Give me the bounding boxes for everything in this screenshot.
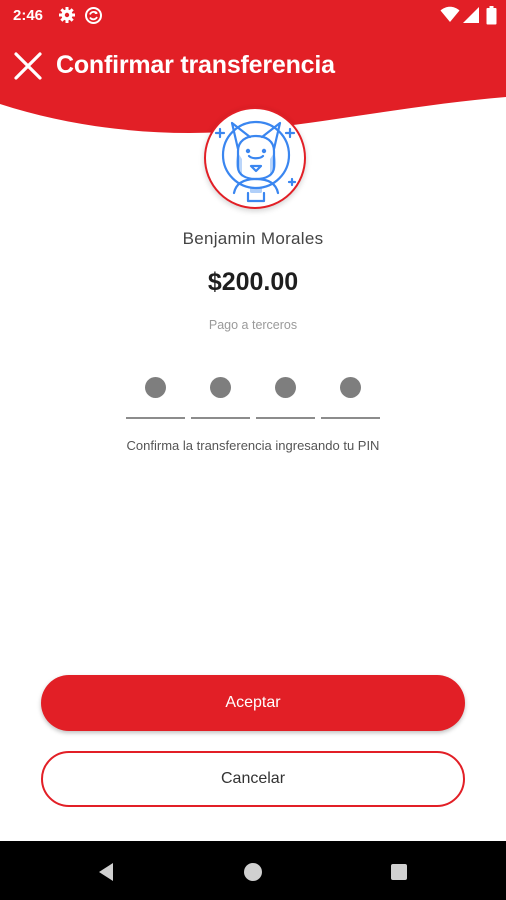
- pin-dot: [275, 377, 296, 398]
- navigation-bar: [0, 841, 506, 900]
- pin-dot: [340, 377, 361, 398]
- gear-icon: [59, 7, 75, 23]
- pin-digit-3[interactable]: [256, 370, 315, 419]
- page-title: Confirmar transferencia: [56, 51, 335, 79]
- signal-icon: [463, 7, 479, 23]
- status-bar: 2:46: [0, 0, 506, 32]
- close-button[interactable]: [8, 46, 48, 86]
- transfer-amount: $200.00: [207, 268, 299, 296]
- pin-digit-2[interactable]: [191, 370, 250, 419]
- pin-dot: [145, 377, 166, 398]
- payment-type: Pago a terceros: [208, 318, 298, 332]
- recipient-name: Benjamin Morales: [182, 229, 324, 248]
- pin-input[interactable]: [126, 370, 382, 419]
- pin-dot: [210, 377, 231, 398]
- sync-icon: [85, 7, 102, 24]
- toolbar: Confirmar transferencia: [0, 40, 506, 92]
- back-icon[interactable]: [90, 856, 122, 888]
- pin-digit-1[interactable]: [126, 370, 185, 419]
- status-time: 2:46: [13, 7, 44, 24]
- pin-hint: Confirma la transferencia ingresando tu …: [126, 438, 380, 453]
- cancel-button[interactable]: Cancelar: [41, 751, 465, 807]
- pin-digit-4[interactable]: [321, 370, 380, 419]
- dog-astronaut-icon: [214, 120, 297, 203]
- recents-icon[interactable]: [383, 856, 415, 888]
- wifi-icon: [440, 6, 460, 22]
- home-icon[interactable]: [237, 856, 269, 888]
- avatar: [204, 107, 306, 209]
- close-icon: [14, 52, 42, 80]
- accept-button[interactable]: Aceptar: [41, 675, 465, 731]
- battery-icon: [486, 6, 497, 25]
